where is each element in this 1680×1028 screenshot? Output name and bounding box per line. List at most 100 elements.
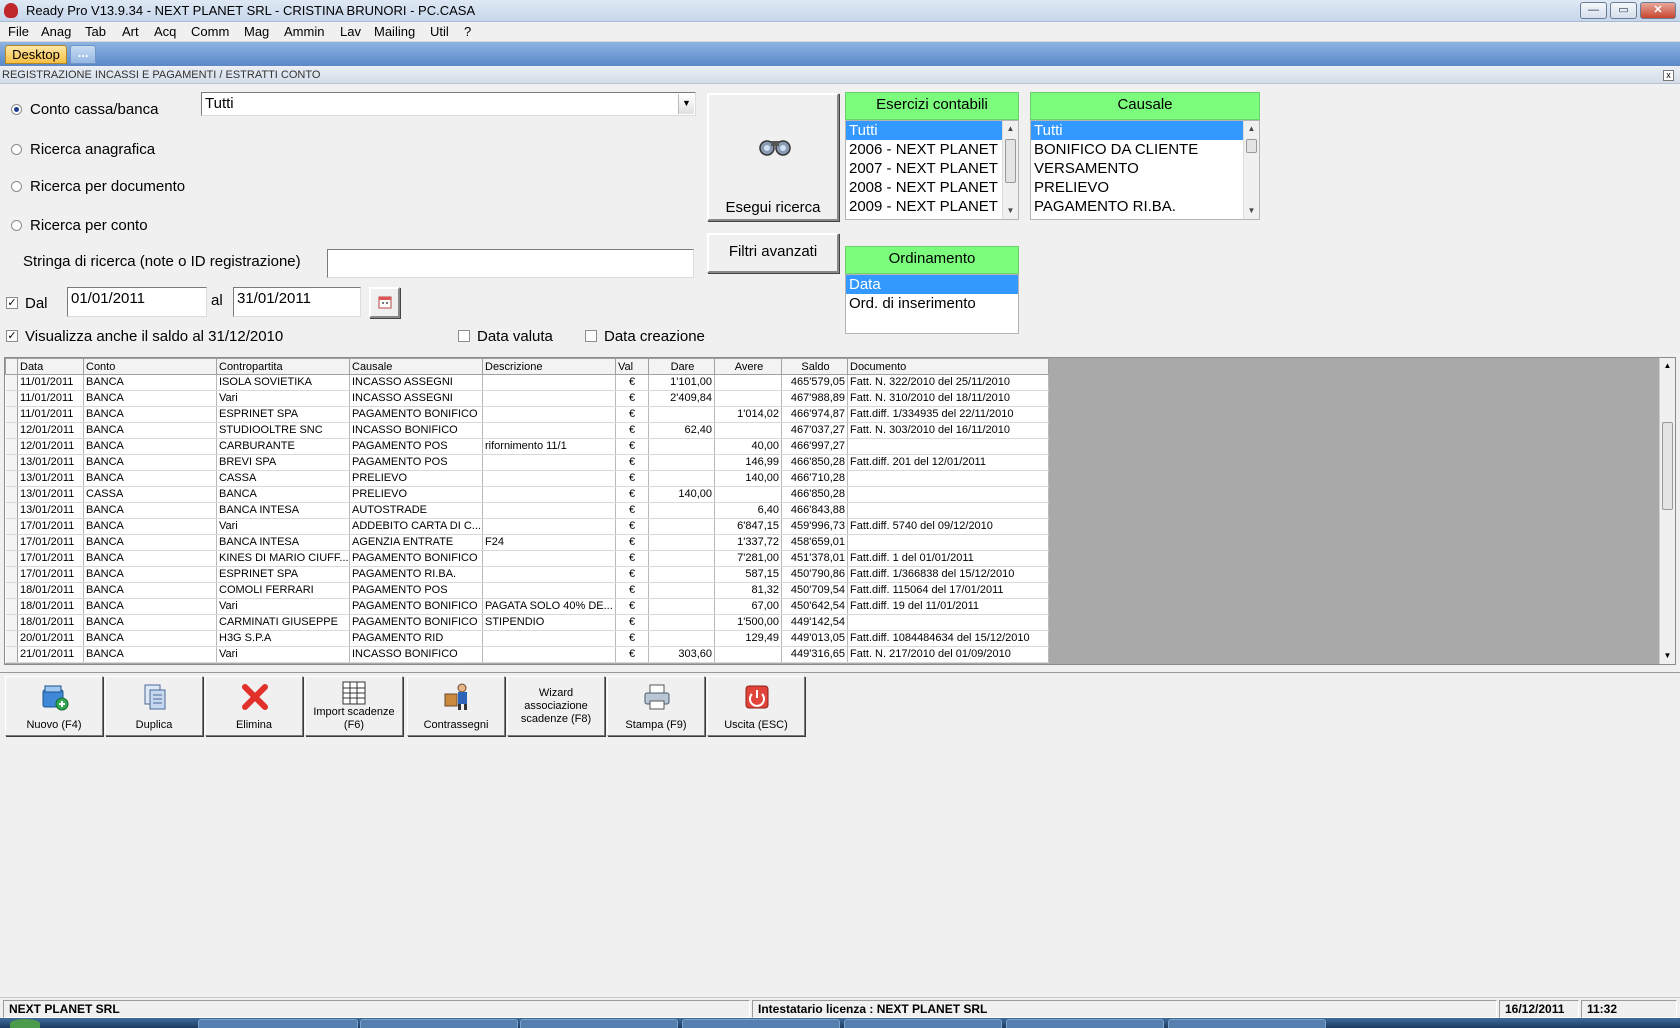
row-indicator[interactable]: [5, 470, 18, 487]
cell-descrizione[interactable]: [482, 422, 616, 439]
cell-documento[interactable]: Fatt.diff. 5740 del 09/12/2010: [847, 518, 1049, 535]
cell-data[interactable]: 13/01/2011: [17, 470, 84, 487]
cell-avere[interactable]: 1'014,02: [714, 406, 782, 423]
row-indicator[interactable]: [5, 374, 18, 391]
cell-avere[interactable]: 7'281,00: [714, 550, 782, 567]
table-row[interactable]: 21/01/2011 BANCA Vari INCASSO BONIFICO €303,…: [5, 646, 1049, 663]
cell-saldo[interactable]: 466'850,28: [781, 486, 848, 503]
cell-contropartita[interactable]: BREVI SPA: [216, 454, 350, 471]
cell-data[interactable]: 17/01/2011: [17, 550, 84, 567]
form-close-button[interactable]: x: [1663, 70, 1674, 81]
cell-descrizione[interactable]: [482, 406, 616, 423]
menu-comm[interactable]: Comm: [191, 24, 229, 39]
cell-avere[interactable]: 140,00: [714, 470, 782, 487]
list-item[interactable]: Ord. di inserimento: [846, 294, 1018, 313]
scroll-down-icon[interactable]: ▼: [1003, 203, 1018, 219]
cell-dare[interactable]: 62,40: [648, 422, 715, 439]
cell-descrizione[interactable]: STIPENDIO: [482, 614, 616, 631]
cell-causale[interactable]: PAGAMENTO POS: [349, 438, 483, 455]
cell-causale[interactable]: PAGAMENTO BONIFICO: [349, 550, 483, 567]
table-row[interactable]: 18/01/2011 BANCA Vari PAGAMENTO BONIFICO PAG…: [5, 598, 1049, 615]
cell-dare[interactable]: 1'101,00: [648, 374, 715, 391]
dal-date-input[interactable]: 01/01/2011: [67, 287, 207, 317]
table-row[interactable]: 20/01/2011 BANCA H3G S.P.A PAGAMENTO RID €12…: [5, 630, 1049, 647]
cell-val[interactable]: €: [615, 518, 649, 535]
close-button[interactable]: ✕: [1640, 2, 1676, 19]
ordinamento-list[interactable]: Data Ord. di inserimento: [845, 274, 1019, 334]
row-indicator[interactable]: [5, 566, 18, 583]
calendar-button[interactable]: [369, 287, 400, 318]
cell-avere[interactable]: 6'847,15: [714, 518, 782, 535]
table-row[interactable]: 17/01/2011 BANCA Vari ADDEBITO CARTA DI C..…: [5, 518, 1049, 535]
cell-conto[interactable]: BANCA: [83, 454, 217, 471]
cell-causale[interactable]: AGENZIA ENTRATE: [349, 534, 483, 551]
cell-causale[interactable]: INCASSO ASSEGNI: [349, 390, 483, 407]
cell-dare[interactable]: 140,00: [648, 486, 715, 503]
list-item[interactable]: 2008 - NEXT PLANET: [846, 178, 1002, 197]
row-indicator[interactable]: [5, 630, 18, 647]
cell-val[interactable]: €: [615, 614, 649, 631]
cell-avere[interactable]: [714, 646, 782, 663]
cell-dare[interactable]: [648, 550, 715, 567]
cell-descrizione[interactable]: [482, 454, 616, 471]
column-header-causale[interactable]: Causale: [349, 358, 483, 375]
cell-data[interactable]: 18/01/2011: [17, 614, 84, 631]
list-item[interactable]: PRELIEVO: [1031, 178, 1243, 197]
cell-val[interactable]: €: [615, 646, 649, 663]
contrassegni-button[interactable]: Contrassegni: [407, 676, 505, 736]
cell-conto[interactable]: BANCA: [83, 390, 217, 407]
cell-conto[interactable]: BANCA: [83, 470, 217, 487]
cell-descrizione[interactable]: [482, 374, 616, 391]
menu-anag[interactable]: Anag: [41, 24, 71, 39]
cell-contropartita[interactable]: CARMINATI GIUSEPPE: [216, 614, 350, 631]
cell-val[interactable]: €: [615, 486, 649, 503]
import-scadenze-button[interactable]: Import scadenze (F6): [305, 676, 403, 736]
cell-avere[interactable]: 129,49: [714, 630, 782, 647]
list-item[interactable]: BONIFICO DA CLIENTE: [1031, 140, 1243, 159]
cell-val[interactable]: €: [615, 598, 649, 615]
list-item[interactable]: 2007 - NEXT PLANET: [846, 159, 1002, 178]
menu-lav[interactable]: Lav: [340, 24, 361, 39]
list-item[interactable]: Tutti: [846, 121, 1002, 140]
cell-documento[interactable]: Fatt.diff. 19 del 11/01/2011: [847, 598, 1049, 615]
table-row[interactable]: 17/01/2011 BANCA BANCA INTESA AGENZIA ENTRA…: [5, 534, 1049, 551]
cell-documento[interactable]: Fatt.diff. 1 del 01/01/2011: [847, 550, 1049, 567]
list-item[interactable]: 2006 - NEXT PLANET: [846, 140, 1002, 159]
scroll-up-icon[interactable]: ▲: [1660, 358, 1675, 374]
column-header-descrizione[interactable]: Descrizione: [482, 358, 616, 375]
list-item[interactable]: PAGAMENTO RI.BA.: [1031, 197, 1243, 216]
cell-documento[interactable]: [847, 614, 1049, 631]
list-item[interactable]: Data: [846, 275, 1018, 294]
cell-dare[interactable]: [648, 518, 715, 535]
elimina-button[interactable]: Elimina: [205, 676, 303, 736]
cell-contropartita[interactable]: Vari: [216, 598, 350, 615]
cell-descrizione[interactable]: [482, 582, 616, 599]
cell-contropartita[interactable]: KINES DI MARIO CIUFF...: [216, 550, 350, 567]
row-indicator[interactable]: [5, 390, 18, 407]
cell-contropartita[interactable]: BANCA: [216, 486, 350, 503]
cell-data[interactable]: 13/01/2011: [17, 502, 84, 519]
table-row[interactable]: 13/01/2011 BANCA BANCA INTESA AUTOSTRADE €6,…: [5, 502, 1049, 519]
search-string-input[interactable]: [327, 249, 694, 278]
cell-causale[interactable]: PAGAMENTO BONIFICO: [349, 598, 483, 615]
duplica-button[interactable]: Duplica: [105, 676, 203, 736]
cell-causale[interactable]: PAGAMENTO BONIFICO: [349, 406, 483, 423]
cell-contropartita[interactable]: ISOLA SOVIETIKA: [216, 374, 350, 391]
cell-conto[interactable]: BANCA: [83, 598, 217, 615]
cell-conto[interactable]: BANCA: [83, 646, 217, 663]
uscita-button[interactable]: Uscita (ESC): [707, 676, 805, 736]
row-indicator[interactable]: [5, 502, 18, 519]
cell-causale[interactable]: INCASSO ASSEGNI: [349, 374, 483, 391]
cell-avere[interactable]: 6,40: [714, 502, 782, 519]
cell-documento[interactable]: [847, 470, 1049, 487]
cell-avere[interactable]: 81,32: [714, 582, 782, 599]
cell-saldo[interactable]: 449'316,65: [781, 646, 848, 663]
cell-documento[interactable]: Fatt.diff. 201 del 12/01/2011: [847, 454, 1049, 471]
cell-val[interactable]: €: [615, 422, 649, 439]
cell-conto[interactable]: BANCA: [83, 566, 217, 583]
cell-documento[interactable]: Fatt. N. 310/2010 del 18/11/2010: [847, 390, 1049, 407]
cell-val[interactable]: €: [615, 630, 649, 647]
cell-contropartita[interactable]: BANCA INTESA: [216, 502, 350, 519]
taskbar-item[interactable]: [844, 1019, 1002, 1028]
cell-conto[interactable]: BANCA: [83, 438, 217, 455]
